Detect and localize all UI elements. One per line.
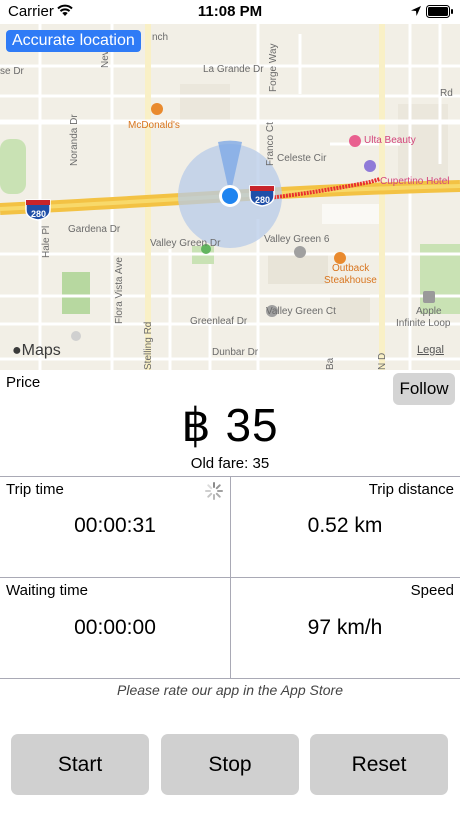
- map-label: Ba: [325, 357, 336, 370]
- map-label: Steakhouse: [324, 275, 377, 286]
- map-label: Hale Pl: [41, 225, 52, 258]
- maps-logo: ●Maps: [12, 342, 61, 360]
- trip-time-label: Trip time: [6, 481, 64, 498]
- interstate-280-shield: 280: [31, 209, 47, 219]
- stop-button[interactable]: Stop: [161, 734, 299, 795]
- rate-app-link[interactable]: Please rate our app in the App Store: [0, 682, 460, 698]
- carrier-label: Carrier: [8, 3, 54, 20]
- apple-logo-icon: ●: [12, 342, 22, 359]
- map-label: Franco Ct: [265, 122, 276, 166]
- interstate-280-shield: 280: [255, 195, 271, 205]
- waiting-time-value: 00:00:00: [74, 616, 156, 639]
- map-label: McDonald's: [128, 120, 180, 131]
- status-bar: Carrier 11:08 PM: [0, 0, 460, 24]
- map-label: Outback: [332, 263, 370, 274]
- legal-link[interactable]: Legal: [417, 344, 444, 356]
- map-label: Apple: [416, 306, 442, 317]
- divider: [0, 678, 460, 679]
- wifi-icon: [57, 4, 73, 16]
- map-label: Infinite Loop: [396, 318, 451, 329]
- speed-label: Speed: [410, 582, 454, 599]
- map-label: nch: [152, 32, 169, 43]
- map-label: Nev: [100, 50, 111, 68]
- price-label: Price: [6, 374, 41, 391]
- start-button[interactable]: Start: [11, 734, 149, 795]
- maps-logo-text: Maps: [21, 342, 61, 359]
- trip-time-value: 00:00:31: [74, 514, 156, 537]
- map-label: N D: [377, 352, 388, 370]
- accurate-location-button[interactable]: Accurate location: [6, 30, 141, 52]
- map-label: Valley Green Ct: [266, 306, 336, 317]
- map-label: Forge Way: [268, 43, 279, 92]
- old-fare: Old fare: 35: [190, 455, 270, 472]
- location-arrow-icon: [411, 6, 421, 16]
- map-label: La Grande Dr: [203, 64, 264, 75]
- map-label: Dunbar Dr: [212, 347, 259, 358]
- map-view[interactable]: se Dr La Grande Dr Forge Way McDonald's …: [0, 24, 460, 370]
- divider: [230, 476, 231, 678]
- map-label: Valley Green 6: [264, 234, 330, 245]
- map-label: Gardena Dr: [68, 224, 121, 235]
- battery-icon: [426, 5, 453, 18]
- trip-distance-value: 0.52 km: [307, 514, 383, 537]
- map-label: Celeste Cir: [277, 153, 327, 164]
- map-label: Valley Green Dr: [150, 238, 221, 249]
- map-label: se Dr: [0, 66, 24, 77]
- trip-distance-label: Trip distance: [368, 481, 454, 498]
- price-value: ฿ 35: [181, 399, 279, 451]
- speed-value: 97 km/h: [307, 616, 383, 639]
- map-label: Ulta Beauty: [364, 135, 416, 146]
- map-label: Stelling Rd: [143, 321, 154, 370]
- loading-spinner-icon: [205, 482, 223, 500]
- map-label: Noranda Dr: [69, 114, 80, 166]
- map-label: Flora Vista Ave: [114, 257, 125, 324]
- reset-button[interactable]: Reset: [310, 734, 448, 795]
- map-label: Rd: [440, 88, 453, 99]
- map-label: Greenleaf Dr: [190, 316, 248, 327]
- waiting-time-label: Waiting time: [6, 582, 88, 599]
- map-label: Cupertino Hotel: [380, 176, 450, 187]
